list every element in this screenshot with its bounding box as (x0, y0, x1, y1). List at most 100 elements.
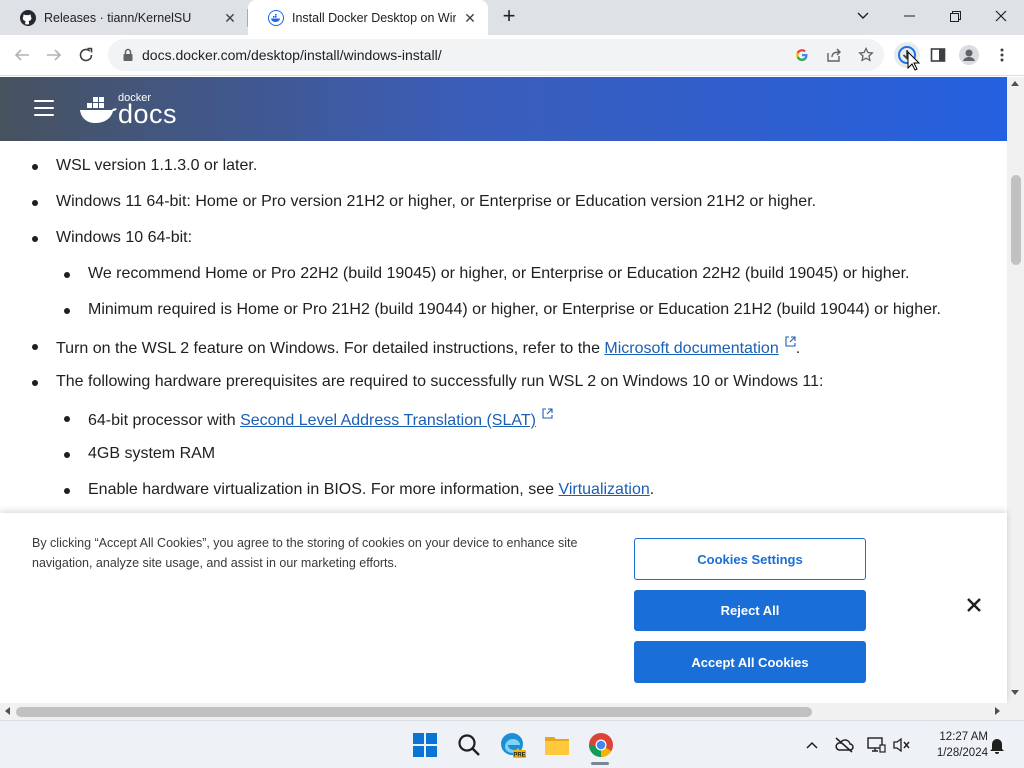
lock-icon[interactable] (120, 47, 136, 63)
list-item-text: Enable hardware virtualization in BIOS. … (88, 481, 559, 498)
google-lens-button[interactable] (792, 45, 812, 65)
tab-kernelsu-releases[interactable]: Releases · tiann/KernelSU ✕ (0, 0, 248, 35)
list-item-text: 64-bit processor with (88, 412, 241, 429)
reject-all-button[interactable]: Reject All (634, 590, 866, 631)
close-icon[interactable] (965, 596, 983, 614)
folder-icon (545, 737, 569, 755)
list-item: Enable hardware virtualization in BIOS. … (64, 480, 655, 500)
cookie-message: By clicking “Accept All Cookies”, you ag… (32, 536, 578, 570)
scroll-left-arrow-icon[interactable] (5, 707, 10, 715)
minimize-icon (903, 15, 915, 17)
reload-icon (79, 47, 93, 62)
tab-title: Install Docker Desktop on Windo (292, 10, 456, 25)
list-item-text: Windows 11 64-bit: Home or Pro version 2… (56, 193, 817, 210)
tab-close-icon[interactable]: ✕ (222, 10, 238, 26)
external-link-icon (785, 336, 796, 347)
address-bar[interactable]: docs.docker.com/desktop/install/windows-… (108, 39, 884, 71)
chrome-icon (589, 733, 613, 757)
forward-button[interactable] (42, 43, 66, 67)
avatar-icon (959, 45, 979, 65)
bullet (32, 164, 38, 170)
tab-search-button[interactable] (840, 0, 886, 32)
list-item: 64-bit processor with Second Level Addre… (64, 408, 553, 431)
list-item: 4GB system RAM (64, 444, 215, 464)
vertical-scrollbar[interactable] (1007, 77, 1024, 703)
accept-all-cookies-button[interactable]: Accept All Cookies (634, 641, 866, 683)
list-item-text: Turn on the WSL 2 feature on Windows. Fo… (56, 340, 605, 357)
side-panel-icon (930, 48, 946, 62)
bell-icon (990, 739, 1004, 754)
list-item-text: WSL version 1.1.3.0 or later. (56, 157, 258, 174)
cookie-consent-banner: By clicking “Accept All Cookies”, you ag… (0, 513, 1007, 703)
share-icon (827, 48, 841, 62)
mouse-cursor-icon (907, 51, 921, 71)
back-button[interactable] (10, 43, 34, 67)
docker-whale-logo[interactable] (78, 93, 118, 127)
onedrive-button[interactable] (834, 735, 854, 755)
file-explorer-button[interactable] (543, 731, 571, 759)
list-item: Windows 10 64-bit: (32, 228, 193, 248)
scrollbar-thumb[interactable] (16, 707, 812, 717)
list-item-text: . (795, 340, 801, 357)
windows-taskbar: PRE 12:27 AM 1/28/2024 (0, 720, 1024, 768)
list-item: We recommend Home or Pro 22H2 (build 190… (64, 264, 910, 284)
new-tab-button[interactable]: + (498, 5, 520, 28)
arrow-right-icon (47, 49, 62, 61)
chrome-button[interactable] (587, 731, 615, 759)
search-icon (458, 734, 480, 756)
list-item: Turn on the WSL 2 feature on Windows. Fo… (32, 336, 801, 359)
side-panel-button[interactable] (928, 45, 948, 65)
cookies-settings-button[interactable]: Cookies Settings (634, 538, 866, 580)
edge-icon: PRE (501, 733, 526, 759)
list-item: WSL version 1.1.3.0 or later. (32, 156, 258, 176)
tab-strip: Releases · tiann/KernelSU ✕ Install Dock… (0, 0, 1024, 35)
url-text[interactable]: docs.docker.com/desktop/install/windows-… (142, 47, 442, 63)
list-item: Windows 11 64-bit: Home or Pro version 2… (32, 192, 817, 212)
bookmark-button[interactable] (856, 45, 876, 65)
menu-button[interactable] (992, 45, 1012, 65)
network-button[interactable] (866, 735, 886, 755)
scroll-up-arrow-icon[interactable] (1011, 81, 1019, 86)
show-hidden-icons-button[interactable] (802, 735, 822, 755)
slat-link[interactable]: Second Level Address Translation (SLAT) (240, 412, 536, 429)
list-item-text: We recommend Home or Pro 22H2 (build 190… (88, 265, 910, 282)
google-icon (796, 49, 808, 61)
svg-text:PRE: PRE (513, 753, 525, 759)
minimize-button[interactable] (886, 0, 932, 32)
hamburger-menu-icon[interactable] (34, 100, 54, 116)
volume-button[interactable] (892, 735, 912, 755)
screen: Releases · tiann/KernelSU ✕ Install Dock… (0, 0, 1024, 768)
search-button[interactable] (455, 731, 483, 759)
clock-date: 1/28/2024 (936, 747, 988, 759)
bullet (64, 416, 70, 422)
share-button[interactable] (824, 45, 844, 65)
horizontal-scrollbar[interactable] (0, 703, 1024, 720)
more-vert-icon (1000, 48, 1004, 62)
bullet (64, 452, 70, 458)
edge-beta-button[interactable]: PRE (499, 731, 527, 759)
tab-close-icon[interactable]: ✕ (462, 10, 478, 26)
notifications-button[interactable] (987, 735, 1007, 755)
profile-button[interactable] (959, 45, 979, 65)
close-icon (995, 10, 1007, 22)
tab-docker-install[interactable]: Install Docker Desktop on Windo ✕ (248, 0, 488, 35)
scrollbar-thumb[interactable] (1011, 175, 1021, 265)
reload-button[interactable] (74, 43, 98, 67)
list-item-text: . (649, 481, 655, 498)
microsoft-documentation-link[interactable]: Microsoft documentation (604, 340, 778, 357)
system-clock[interactable]: 12:27 AM 1/28/2024 (918, 729, 988, 761)
restore-button[interactable] (932, 0, 978, 32)
arrow-left-icon (14, 49, 29, 61)
scroll-right-arrow-icon[interactable] (995, 707, 1000, 715)
list-item-text: Minimum required is Home or Pro 21H2 (bu… (88, 301, 941, 318)
close-window-button[interactable] (978, 0, 1024, 32)
bullet (32, 344, 38, 350)
browser-toolbar: docs.docker.com/desktop/install/windows-… (0, 35, 1024, 76)
star-icon (858, 47, 874, 62)
list-item-text: Windows 10 64-bit: (56, 229, 193, 246)
scroll-down-arrow-icon[interactable] (1011, 690, 1019, 695)
virtualization-link[interactable]: Virtualization (558, 481, 649, 498)
active-app-indicator (591, 762, 609, 765)
clock-time: 12:27 AM (939, 731, 988, 743)
start-button[interactable] (411, 731, 439, 759)
